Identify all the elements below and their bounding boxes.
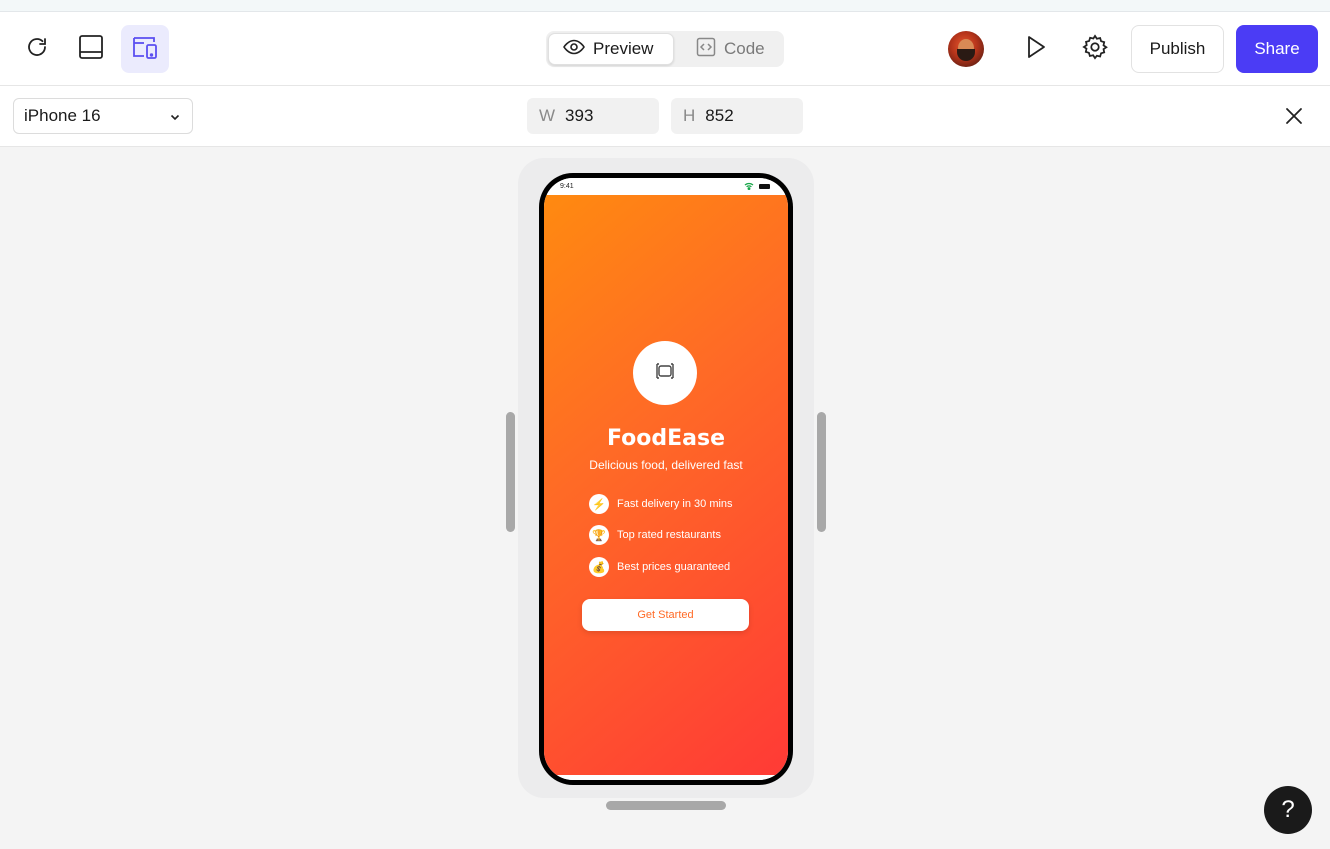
home-indicator-area [544,775,788,780]
resize-handle-right[interactable] [817,412,826,532]
app-title: FoodEase [606,426,725,451]
eye-icon [563,39,585,60]
layout-button[interactable] [67,25,115,73]
view-mode-toggle: Preview Code [546,31,784,67]
responsive-button[interactable] [121,25,169,73]
refresh-icon [25,35,49,64]
width-value: 393 [565,106,594,125]
app-welcome-screen: FoodEase Delicious food, delivered fast … [544,195,788,775]
preview-canvas: 9:41 FoodEase Delicious food, delivered … [0,147,1330,849]
feature-text: Fast delivery in 30 mins [617,498,733,510]
app-logo [633,341,697,405]
close-icon [1285,107,1303,130]
play-button[interactable] [1012,25,1060,73]
device-select[interactable]: iPhone 16 [13,98,193,134]
height-field[interactable]: H 852 [671,98,803,134]
wifi-icon [744,182,754,192]
chevron-down-icon [170,106,180,126]
panel-bottom-icon [78,34,104,65]
status-bar: 9:41 [544,178,788,194]
gear-icon [1081,33,1109,66]
device-bar: iPhone 16 W 393 H 852 [0,86,1330,147]
phone-frame: 9:41 FoodEase Delicious food, delivered … [539,173,793,785]
device-select-value: iPhone 16 [24,106,101,125]
tab-preview-label: Preview [593,39,654,58]
trophy-icon: 🏆 [589,525,609,545]
play-icon [1025,35,1047,64]
status-time: 9:41 [560,183,574,190]
publish-button[interactable]: Publish [1131,25,1224,73]
money-bag-icon: 💰 [589,557,609,577]
close-button[interactable] [1280,104,1308,132]
feature-text: Best prices guaranteed [617,561,731,573]
refresh-button[interactable] [13,25,61,73]
height-value: 852 [705,106,734,125]
width-label: W [539,106,556,125]
top-strip [0,0,1330,12]
settings-button[interactable] [1071,25,1119,73]
avatar[interactable] [948,31,984,67]
get-started-button[interactable]: Get Started [582,599,749,631]
feature-item: ⚡ Fast delivery in 30 mins [589,493,733,515]
tab-preview[interactable]: Preview [548,33,674,65]
lightning-icon: ⚡ [589,494,609,514]
device-responsive-icon [132,34,158,65]
toolbar: Preview Code Publish Share [0,12,1330,86]
phone-screen: 9:41 FoodEase Delicious food, delivered … [544,178,788,780]
battery-icon [759,184,770,189]
app-subtitle: Delicious food, delivered fast [589,458,743,472]
feature-text: Top rated restaurants [617,529,721,541]
resize-handle-left[interactable] [506,412,515,532]
feature-item: 💰 Best prices guaranteed [589,556,730,578]
feature-item: 🏆 Top rated restaurants [589,524,721,546]
resize-handle-bottom[interactable] [606,801,726,810]
tab-code-label: Code [724,39,765,58]
code-icon [696,37,716,62]
utensils-icon [654,361,676,386]
width-field[interactable]: W 393 [527,98,659,134]
height-label: H [683,106,696,125]
help-button[interactable]: ? [1264,786,1312,834]
share-button[interactable]: Share [1236,25,1318,73]
tab-code[interactable]: Code [682,33,782,65]
